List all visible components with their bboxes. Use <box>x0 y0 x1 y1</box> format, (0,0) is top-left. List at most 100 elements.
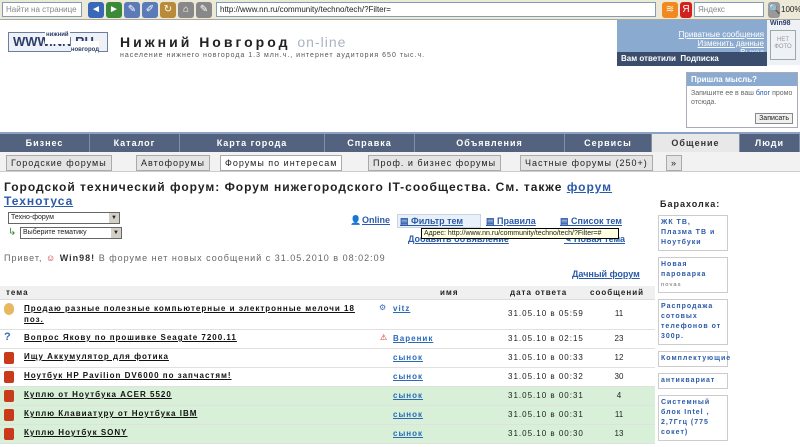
hand-icon <box>4 303 14 315</box>
topic-title[interactable]: Ищу Аккумулятор для фотика <box>24 352 169 361</box>
sub-nav: Городские форумы Автофорумы Форумы по ин… <box>0 152 800 172</box>
topic-title[interactable]: Куплю Клавиатуру от Ноутбука IBM <box>24 409 197 418</box>
topic-author[interactable]: Вареник <box>393 334 433 343</box>
table-header: тема имя дата ответа сообщений <box>0 286 655 300</box>
topic-author[interactable]: сынок <box>393 429 423 438</box>
zoom-level[interactable]: 100% <box>781 5 800 14</box>
topic-date: 31.05.10 в 00:31 <box>508 410 584 419</box>
nav-community[interactable]: Общение <box>652 134 740 152</box>
online-link[interactable]: Online <box>362 215 390 225</box>
dacha-forum-link[interactable]: Дачный форум <box>572 269 640 279</box>
write-button[interactable]: Записать <box>755 113 793 124</box>
topic-date: 31.05.10 в 00:33 <box>508 353 584 362</box>
answers-bar: Вам ответили Подписка <box>617 52 767 66</box>
topic-title[interactable]: Ноутбук HP Pavilion DV6000 по запчастям! <box>24 371 232 380</box>
topic-author[interactable]: vitz <box>393 304 410 313</box>
bike-icon: ⚙ <box>379 303 387 312</box>
tab-more[interactable]: » <box>666 155 683 171</box>
mark-icon[interactable]: ✎ <box>124 2 140 18</box>
list-icon: ▤ <box>560 216 572 226</box>
topic-title[interactable]: Продаю разные полезные компьютерные и эл… <box>24 303 364 325</box>
blog-link[interactable]: блог <box>756 90 770 97</box>
site-logo[interactable]: нижнийWWW.NN.RUновгород <box>8 26 108 59</box>
nav-ads[interactable]: Объявления <box>415 134 565 152</box>
change-data-link[interactable]: Изменить данные <box>617 39 767 48</box>
private-messages-link[interactable]: Приватные сообщения <box>617 30 767 39</box>
topic-count: 30 <box>614 372 624 381</box>
filter-link[interactable]: ▤ Фильтр тем <box>400 216 463 227</box>
topic-icon <box>4 409 14 421</box>
sidebar-item[interactable]: антиквариат <box>658 373 728 389</box>
blog-prompt: Пришла мысль? Запишите ее в ваш блог про… <box>686 72 798 128</box>
tab-interest-forums[interactable]: Форумы по интересам <box>220 155 343 171</box>
topic-date: 31.05.10 в 05:59 <box>508 309 584 318</box>
topic-author[interactable]: сынок <box>393 353 423 362</box>
tab-auto-forums[interactable]: Автофорумы <box>136 155 210 171</box>
answered-link[interactable]: Вам ответили <box>621 54 676 63</box>
topic-author[interactable]: сынок <box>393 410 423 419</box>
yandex-icon: Я <box>680 2 692 18</box>
topic-title[interactable]: Куплю Ноутбук SONY <box>24 428 128 437</box>
sidebar-title: Барахолка: <box>660 199 721 209</box>
topic-author[interactable]: сынок <box>393 391 423 400</box>
topic-count: 4 <box>616 391 622 400</box>
table-row[interactable]: Ищу Аккумулятор для фотика сынок 31.05.1… <box>0 349 655 368</box>
tab-city-forums[interactable]: Городские форумы <box>6 155 112 171</box>
edit-icon[interactable]: ✎ <box>196 2 212 18</box>
zoom-icon[interactable]: 🔍 <box>768 2 780 18</box>
col-count: сообщений <box>590 288 645 297</box>
theme-icon: ↳ <box>8 227 17 238</box>
topic-title[interactable]: Вопрос Якову по прошивке Seagate 7200.11 <box>24 333 237 342</box>
forward-icon[interactable]: ► <box>106 2 122 18</box>
topic-author[interactable]: сынок <box>393 372 423 381</box>
col-date: дата ответа <box>510 288 568 297</box>
url-tooltip: Адрес: http://www.nn.ru/community/techno… <box>421 228 619 239</box>
filter-icon: ▤ <box>400 216 412 226</box>
subscription-link[interactable]: Подписка <box>680 54 718 63</box>
sidebar-item[interactable]: Распродажа сотовых телефонов от 300р. <box>658 299 728 345</box>
table-row[interactable]: Куплю Ноутбук SONY сынок 31.05.10 в 00:3… <box>0 425 655 444</box>
col-name: имя <box>440 288 459 297</box>
topic-title[interactable]: Куплю от Ноутбука ACER 5520 <box>24 390 172 399</box>
question-icon: ? <box>4 331 11 343</box>
topic-icon <box>4 428 14 440</box>
theme-select[interactable]: Выберите тематику ▼ <box>20 227 122 239</box>
home-icon[interactable]: ⌂ <box>178 2 194 18</box>
sidebar-item[interactable]: Системный блок Intel , 2,7Ггц (775 сокет… <box>658 395 728 441</box>
topic-count: 13 <box>614 429 624 438</box>
table-row[interactable]: Куплю от Ноутбука ACER 5520 сынок 31.05.… <box>0 387 655 406</box>
nav-city-map[interactable]: Карта города <box>180 134 325 152</box>
highlight-icon[interactable]: ✐ <box>142 2 158 18</box>
topic-list-link[interactable]: ▤ Список тем <box>560 216 622 227</box>
yandex-search-input[interactable]: Яндекс <box>694 2 764 17</box>
tab-business-forums[interactable]: Проф. и бизнес форумы <box>368 155 502 171</box>
author-badge-icon: ⚠ <box>380 333 388 342</box>
flea-market-sidebar: Барахолка: ЖК ТВ, Плазма ТВ и Ноутбуки Н… <box>658 198 730 447</box>
nav-catalog[interactable]: Каталог <box>90 134 180 152</box>
table-row[interactable]: Продаю разные полезные компьютерные и эл… <box>0 300 655 330</box>
sidebar-item[interactable]: ЖК ТВ, Плазма ТВ и Ноутбуки <box>658 215 728 251</box>
forum-select[interactable]: Техно-форум ▼ <box>8 212 120 224</box>
nav-people[interactable]: Люди <box>740 134 800 152</box>
table-row[interactable]: Куплю Клавиатуру от Ноутбука IBM сынок 3… <box>0 406 655 425</box>
nav-services[interactable]: Сервисы <box>565 134 652 152</box>
topic-date: 31.05.10 в 02:15 <box>508 334 584 343</box>
greeting: Привет, ☺ Win98! В форуме нет новых сооб… <box>4 253 386 263</box>
username[interactable]: Win98 <box>770 20 791 27</box>
sidebar-item[interactable]: Новая пароварка novas <box>658 257 728 293</box>
refresh-icon[interactable]: ↻ <box>160 2 176 18</box>
find-in-page-input[interactable]: Найти на странице <box>2 2 82 17</box>
topic-date: 31.05.10 в 00:31 <box>508 391 584 400</box>
nav-help[interactable]: Справка <box>325 134 415 152</box>
table-row[interactable]: Ноутбук HP Pavilion DV6000 по запчастям!… <box>0 368 655 387</box>
nav-business[interactable]: Бизнес <box>0 134 90 152</box>
main-nav: Бизнес Каталог Карта города Справка Объя… <box>0 132 800 152</box>
table-row[interactable]: ? Вопрос Якову по прошивке Seagate 7200.… <box>0 330 655 349</box>
rules-link[interactable]: ▤ Правила <box>486 216 536 227</box>
avatar[interactable]: НЕТ ФОТО <box>770 30 796 60</box>
address-bar[interactable]: http://www.nn.ru/community/techno/tech/?… <box>216 2 656 17</box>
back-icon[interactable]: ◄ <box>88 2 104 18</box>
sidebar-item[interactable]: Комплектующие <box>658 351 730 367</box>
rss-icon[interactable]: ≋ <box>662 2 678 18</box>
tab-private-forums[interactable]: Частные форумы (250+) <box>520 155 653 171</box>
